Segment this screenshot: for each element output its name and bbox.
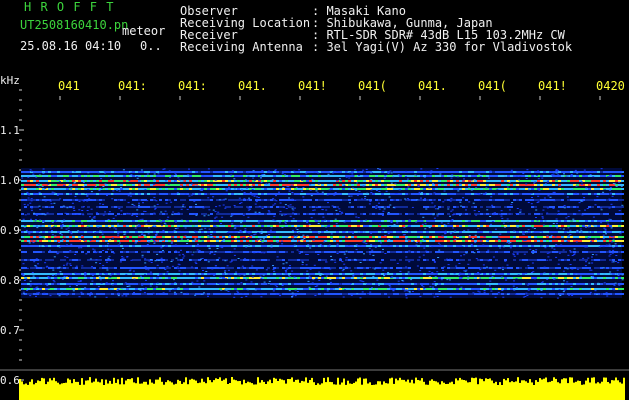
spectrogram <box>0 89 629 400</box>
signal-level-bar <box>19 377 625 400</box>
spectrogram-bands <box>21 168 624 299</box>
